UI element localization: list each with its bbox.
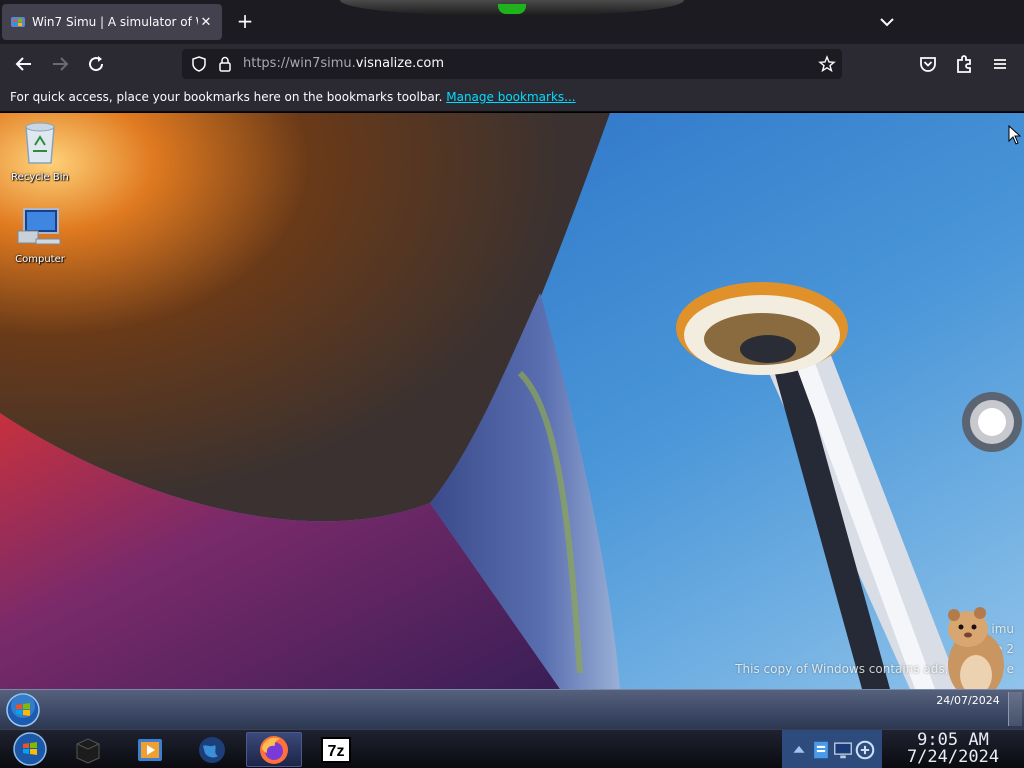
device-notch — [340, 0, 684, 16]
taskbar-app-firefox[interactable] — [246, 732, 302, 767]
recycle-bin-icon — [25, 122, 55, 164]
media-player-icon — [138, 738, 162, 761]
space-needle-wallpaper — [0, 113, 1024, 689]
new-tab-button[interactable]: + — [234, 10, 256, 34]
tab-list-chevron-icon[interactable] — [876, 12, 898, 32]
bookmarks-toolbar: For quick access, place your bookmarks h… — [0, 84, 1024, 112]
host-system-tray — [782, 730, 882, 768]
simulated-taskbar: 24/07/2024 — [0, 689, 1024, 729]
hamburger-menu-icon[interactable] — [988, 52, 1012, 76]
globe-icon — [199, 736, 225, 763]
7zip-label: 7z — [328, 743, 345, 760]
bookmark-star-icon[interactable] — [818, 55, 836, 73]
tab-close-icon[interactable]: ✕ — [198, 15, 214, 30]
reload-icon[interactable] — [84, 52, 108, 76]
notch-indicator-icon — [498, 4, 526, 14]
manage-bookmarks-link[interactable]: Manage bookmarks... — [446, 90, 575, 104]
browser-tab-bar: Win7 Simu | A simulator of Wi ✕ + — [0, 0, 1024, 44]
recycle-bin-label: Recycle Bin — [11, 172, 69, 183]
bookmarks-hint: For quick access, place your bookmarks h… — [10, 90, 443, 104]
url-domain: visnalize.com — [355, 56, 445, 71]
tab-title: Win7 Simu | A simulator of Wi — [32, 15, 198, 29]
network-icon[interactable] — [854, 739, 876, 761]
show-desktop-button[interactable] — [1008, 692, 1022, 726]
url-text[interactable]: https://win7simu.visnalize.com — [243, 56, 444, 71]
taskbar-app-media-player[interactable] — [122, 732, 178, 767]
host-start-button-icon[interactable] — [4, 731, 48, 767]
firefox-icon — [260, 735, 288, 764]
forward-arrow-icon[interactable] — [48, 52, 72, 76]
document-icon[interactable] — [810, 739, 832, 761]
taskbar-app-globe[interactable] — [184, 732, 240, 767]
assistive-touch-button-icon[interactable] — [962, 391, 1022, 453]
host-taskbar: 7z 9:05 AM 7/24/2024 — [0, 729, 1024, 768]
simulated-clock[interactable]: 24/07/2024 — [932, 694, 1004, 708]
taskbar-app-terminal[interactable] — [60, 732, 116, 767]
desktop-icon-computer[interactable]: Computer — [4, 205, 76, 265]
extensions-puzzle-icon[interactable] — [952, 52, 976, 76]
hamster-mascot-icon[interactable] — [938, 603, 1010, 689]
taskbar-app-7zip[interactable]: 7z — [308, 732, 364, 767]
url-bar[interactable]: https://win7simu.visnalize.com — [182, 49, 842, 79]
win7-favicon-icon — [11, 17, 25, 27]
tracking-shield-icon[interactable] — [190, 55, 208, 73]
desktop-icon-recycle-bin[interactable]: Recycle Bin — [4, 117, 76, 183]
computer-icon — [17, 208, 61, 245]
pocket-icon[interactable] — [916, 52, 940, 76]
computer-label: Computer — [15, 254, 65, 265]
mouse-cursor-icon — [1008, 125, 1022, 145]
host-clock[interactable]: 9:05 AM 7/24/2024 — [882, 732, 1024, 766]
url-prefix: https://win7simu. — [243, 56, 356, 71]
monitor-icon[interactable] — [832, 739, 854, 761]
simulated-clock-date: 24/07/2024 — [936, 694, 1000, 707]
browser-tab[interactable]: Win7 Simu | A simulator of Wi ✕ — [2, 4, 222, 40]
back-arrow-icon[interactable] — [12, 52, 36, 76]
lock-icon[interactable] — [216, 55, 234, 73]
7zip-icon: 7z — [321, 736, 351, 763]
desktop[interactable]: Recycle Bin Computer imu Ve 2 This copy … — [0, 113, 1024, 689]
arrow-up-icon[interactable] — [788, 739, 810, 761]
start-orb-icon[interactable] — [4, 692, 42, 728]
host-clock-date: 7/24/2024 — [906, 747, 1000, 767]
terminal-icon — [76, 737, 100, 764]
